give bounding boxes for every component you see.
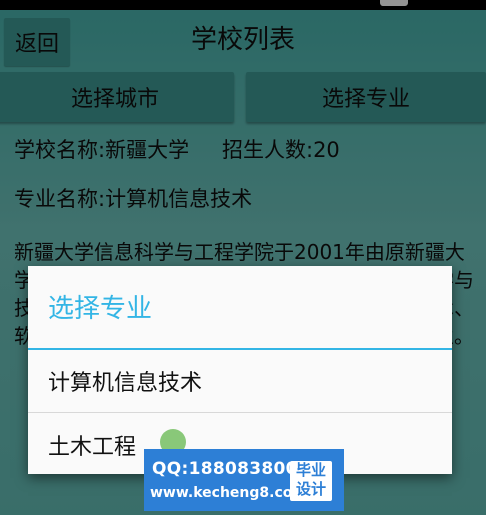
watermark-banner: QQ:188083800 www.kecheng8.com 毕业 设计 [144,449,344,511]
select-major-dialog: 选择专业 计算机信息技术 土木工程 [28,266,452,474]
option-divider [28,412,452,413]
watermark-badge-line1: 毕业 [295,461,326,479]
dialog-title: 选择专业 [48,294,153,324]
watermark-badge-line2: 设计 [295,480,326,498]
watermark-badge: 毕业 设计 [290,461,332,501]
dialog-title-divider [28,348,452,350]
option-computer-info-tech[interactable]: 计算机信息技术 [28,352,452,410]
watermark-url: www.kecheng8.com [150,485,307,501]
watermark-qq: QQ:188083800 [152,459,298,479]
